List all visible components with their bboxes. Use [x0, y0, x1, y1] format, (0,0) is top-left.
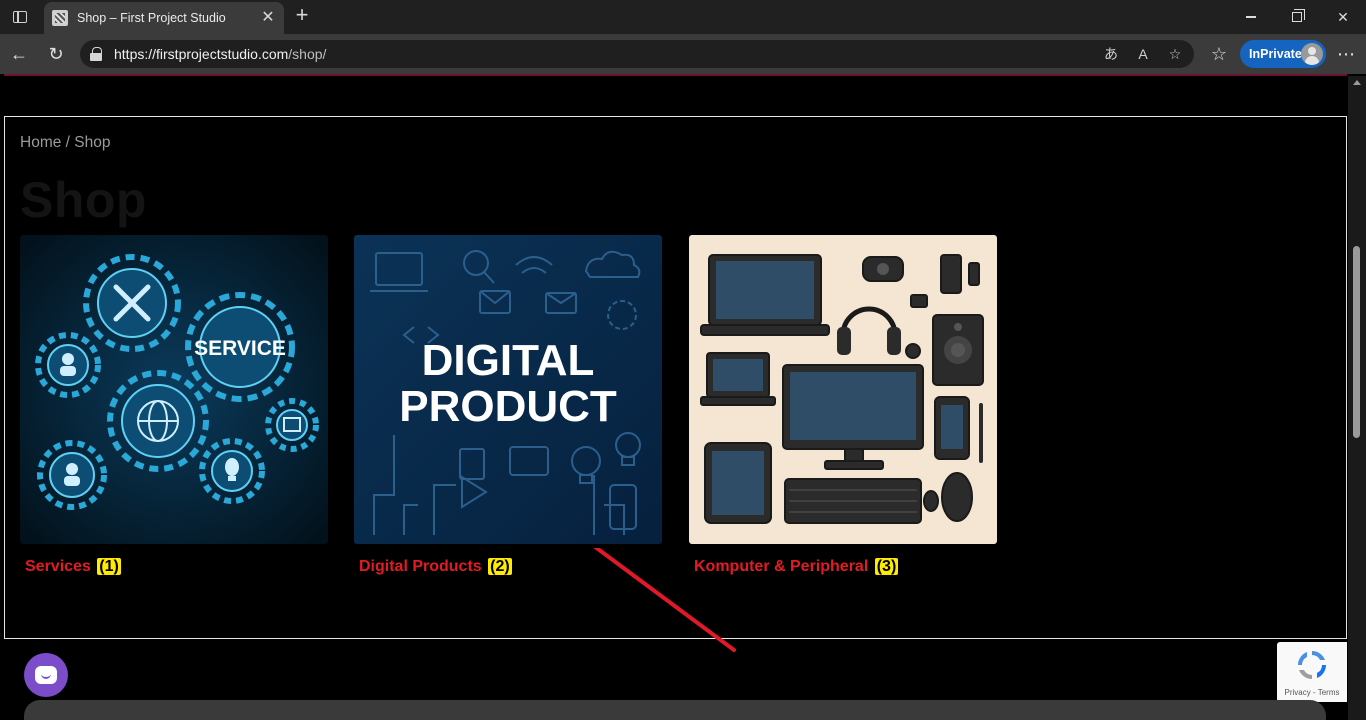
- header-divider: [4, 74, 1347, 76]
- services-image[interactable]: SERVICE: [20, 235, 328, 544]
- restore-button[interactable]: [1274, 0, 1320, 34]
- browser-titlebar: Shop – First Project Studio ✕ + ✕: [0, 0, 1366, 34]
- digital-image-line1: DIGITAL: [422, 336, 595, 385]
- read-aloud-icon[interactable]: A: [1134, 45, 1152, 63]
- category-count-badge: (1): [97, 558, 121, 575]
- annotation-arrow-icon: [593, 548, 736, 652]
- tab-title: Shop – First Project Studio: [77, 11, 226, 25]
- chat-widget-button[interactable]: [24, 653, 68, 697]
- recaptcha-icon: [1298, 651, 1326, 679]
- tab-actions-icon[interactable]: [8, 6, 32, 28]
- reload-icon[interactable]: ↻: [44, 42, 68, 66]
- breadcrumb-home-link[interactable]: Home: [20, 134, 61, 151]
- category-count-badge: (3): [874, 558, 899, 575]
- address-bar[interactable]: https://firstprojectstudio.com/shop/ あ A…: [80, 40, 1194, 68]
- scroll-thumb[interactable]: [1353, 246, 1360, 438]
- page-scrollbar[interactable]: [1348, 76, 1366, 720]
- komputer-peripheral-image[interactable]: [689, 235, 997, 544]
- breadcrumb: Home / Shop: [20, 134, 111, 151]
- chat-icon: [35, 666, 57, 684]
- browser-tab-shop[interactable]: Shop – First Project Studio ✕: [44, 2, 284, 34]
- minimize-button[interactable]: [1228, 0, 1274, 34]
- close-tab-icon[interactable]: ✕: [260, 10, 276, 26]
- category-card-digital-products[interactable]: DIGITAL PRODUCT Digital Products (2): [354, 235, 662, 576]
- category-card-komputer-peripheral[interactable]: Komputer & Peripheral (3): [689, 235, 997, 576]
- category-count-badge: (2): [488, 558, 512, 575]
- lock-icon[interactable]: [90, 47, 102, 61]
- star-icon[interactable]: ☆: [1166, 45, 1184, 63]
- bottom-panel: [24, 700, 1326, 720]
- back-arrow-icon[interactable]: ←: [7, 42, 31, 66]
- inprivate-badge[interactable]: InPrivate: [1240, 40, 1326, 68]
- favorites-list-icon[interactable]: ☆: [1207, 42, 1231, 66]
- scroll-up-icon[interactable]: [1353, 80, 1361, 85]
- translate-icon[interactable]: あ: [1102, 45, 1120, 63]
- avatar: [1301, 43, 1323, 65]
- page-title: Shop: [20, 172, 147, 228]
- breadcrumb-current: Shop: [74, 134, 111, 151]
- more-dots-icon[interactable]: ⋯: [1334, 42, 1358, 66]
- category-label-services[interactable]: Services (1): [25, 558, 328, 576]
- category-card-services[interactable]: SERVICE Services (1): [20, 235, 328, 576]
- digital-products-image[interactable]: DIGITAL PRODUCT: [354, 235, 662, 544]
- url-text[interactable]: https://firstprojectstudio.com/shop/: [114, 46, 326, 62]
- recaptcha-badge[interactable]: Privacy - Terms: [1277, 642, 1347, 702]
- new-tab-button[interactable]: +: [290, 4, 314, 28]
- site-favicon-icon: [52, 10, 68, 26]
- page-viewport: Home / Shop Shop SERVICE Services (1) DI…: [0, 74, 1366, 720]
- services-image-text: SERVICE: [194, 337, 286, 360]
- recaptcha-links[interactable]: Privacy - Terms: [1277, 688, 1347, 697]
- digital-image-line2: PRODUCT: [399, 382, 617, 431]
- close-window-button[interactable]: ✕: [1320, 0, 1366, 34]
- browser-toolbar: ← ↻ https://firstprojectstudio.com/shop/…: [0, 34, 1366, 74]
